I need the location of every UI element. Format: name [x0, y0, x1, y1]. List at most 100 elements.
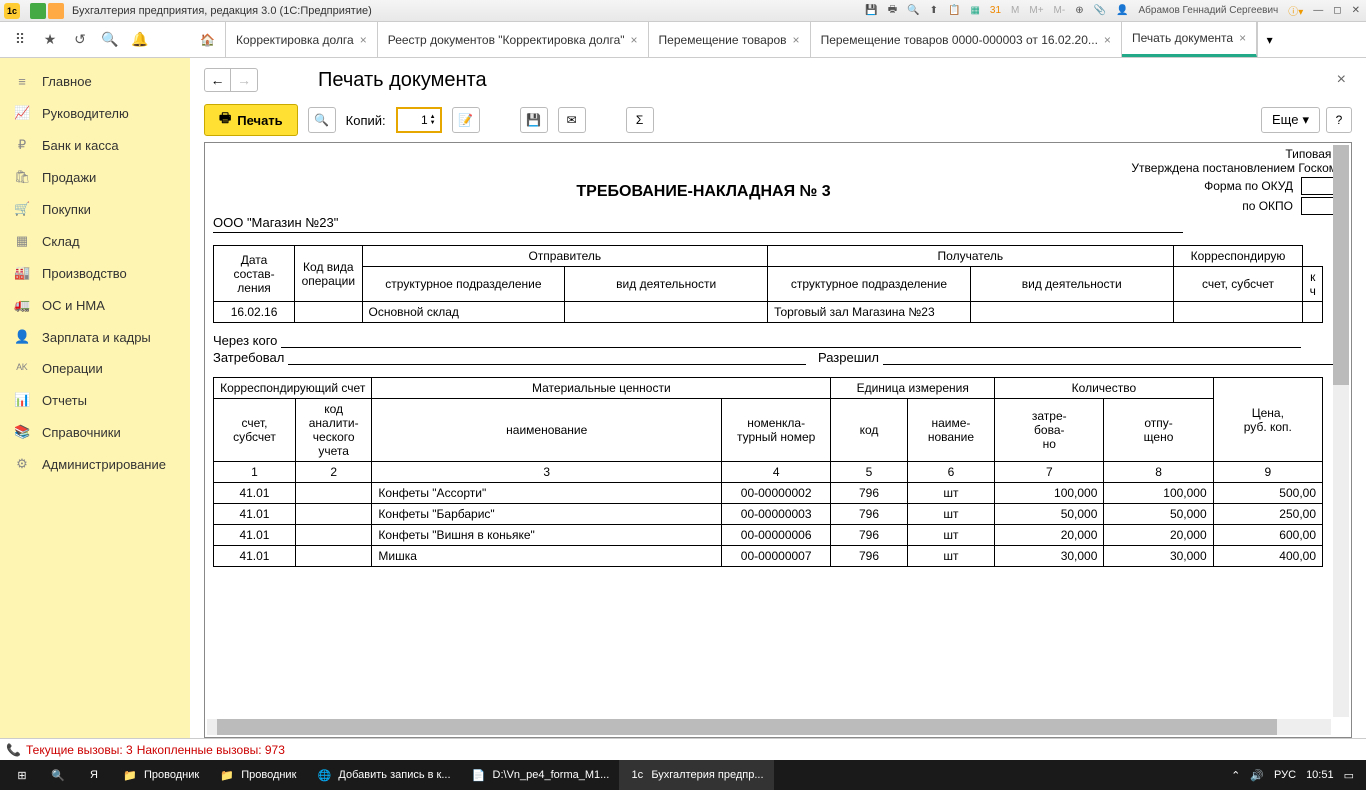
maximize-icon[interactable]: ◻	[1331, 5, 1343, 16]
sidebar-item-8[interactable]: 👤Зарплата и кадры	[0, 321, 190, 353]
more-button[interactable]: Еще▾	[1261, 107, 1320, 133]
tab-0[interactable]: Корректировка долга×	[226, 22, 378, 57]
save-icon[interactable]: 💾	[863, 5, 879, 16]
col-num: 9	[1213, 462, 1322, 483]
col-num: 7	[995, 462, 1104, 483]
icon2[interactable]: 📋	[946, 5, 962, 16]
sum-button[interactable]: Σ	[626, 107, 654, 133]
sidebar-label: Склад	[42, 234, 80, 249]
spin-down[interactable]: ▼	[430, 120, 436, 126]
th-opcode: Код вида операции	[295, 246, 362, 302]
calendar-icon[interactable]: 31	[988, 5, 1003, 16]
task-item-4[interactable]: 📁Проводник	[209, 760, 306, 790]
col-num: 2	[295, 462, 371, 483]
notifications-icon[interactable]: ▭	[1344, 769, 1354, 782]
forward-button[interactable]: →	[231, 69, 257, 91]
tab-close-icon[interactable]: ×	[631, 33, 638, 47]
sidebar-icon: 📊	[14, 392, 30, 408]
sidebar-item-5[interactable]: ▦ Склад	[0, 225, 190, 257]
close-icon[interactable]: ✕	[1350, 5, 1362, 16]
sidebar-item-12[interactable]: ⚙Администрирование	[0, 448, 190, 480]
page-close-icon[interactable]: ×	[1337, 71, 1352, 89]
tab-3[interactable]: Перемещение товаров 0000-000003 от 16.02…	[811, 22, 1122, 57]
sidebar-icon: ▦	[14, 233, 30, 249]
task-item-6[interactable]: 📄D:\Vn_pe4_forma_M1...	[461, 760, 620, 790]
scrollbar-horizontal[interactable]	[207, 719, 1331, 735]
allowed-label: Разрешил	[818, 350, 879, 365]
home-tab[interactable]: 🏠	[190, 22, 226, 57]
minimize-icon[interactable]: ―	[1311, 5, 1325, 16]
search-icon[interactable]: 🔍	[102, 32, 118, 48]
print-icon[interactable]: 🖶	[886, 2, 899, 19]
task-item-1[interactable]: 🔍	[40, 760, 76, 790]
notify-icon[interactable]: 🔔	[132, 32, 148, 48]
calc-icon[interactable]: ▦	[968, 5, 981, 16]
info-icon[interactable]: ⓘ▾	[1286, 3, 1305, 18]
mminus-btn[interactable]: M-	[1052, 5, 1068, 16]
sidebar-item-10[interactable]: 📊Отчеты	[0, 384, 190, 416]
scrollbar-vertical[interactable]	[1333, 145, 1349, 717]
tab-2[interactable]: Перемещение товаров×	[649, 22, 811, 57]
help-button[interactable]: ?	[1326, 107, 1352, 133]
th-struct1: структурное подразделение	[362, 267, 565, 302]
header-table: Дата состав- ления Код вида операции Отп…	[213, 245, 1323, 323]
favorites-icon[interactable]: ★	[42, 32, 58, 48]
mplus-btn[interactable]: M+	[1027, 5, 1045, 16]
th2-qty: Количество	[995, 378, 1214, 399]
sidebar-item-7[interactable]: 🚛ОС и НМА	[0, 289, 190, 321]
history-icon[interactable]: ↺	[72, 32, 88, 48]
sidebar-item-9[interactable]: ᴬᴷОперации	[0, 353, 190, 384]
preview-button[interactable]: 🔍	[308, 107, 336, 133]
sidebar-item-6[interactable]: 🏭Производство	[0, 257, 190, 289]
tab-close-icon[interactable]: ×	[793, 33, 800, 47]
tab-1[interactable]: Реестр документов "Корректировка долга"×	[378, 22, 649, 57]
print-button[interactable]: 🖶Печать	[204, 104, 298, 136]
sidebar-item-0[interactable]: ≡Главное	[0, 66, 190, 97]
tb-orange[interactable]	[48, 3, 64, 19]
save-button[interactable]: 💾	[520, 107, 548, 133]
m-btn[interactable]: M	[1009, 5, 1021, 16]
items-table: Корреспондирующий счет Материальные ценн…	[213, 377, 1323, 567]
back-button[interactable]: ←	[205, 69, 231, 91]
tb-green[interactable]	[30, 3, 46, 19]
task-item-2[interactable]: Я	[76, 760, 112, 790]
col-num: 3	[372, 462, 722, 483]
clock[interactable]: 10:51	[1306, 769, 1334, 781]
tab-close-icon[interactable]: ×	[1239, 31, 1246, 45]
toolbar: 🖶Печать 🔍 Копий: ▲▼ 📝 💾 ✉ Σ Еще▾ ?	[204, 104, 1352, 136]
apps-icon[interactable]: ⠿	[12, 32, 28, 48]
volume-icon[interactable]: 🔊	[1250, 769, 1264, 782]
copies-input[interactable]	[402, 113, 428, 127]
task-label: Проводник	[144, 769, 199, 781]
app-title: Бухгалтерия предприятия, редакция 3.0 (1…	[72, 5, 372, 17]
tab-menu[interactable]: ▾	[1257, 22, 1281, 57]
email-button[interactable]: ✉	[558, 107, 586, 133]
task-item-7[interactable]: 1сБухгалтерия предпр...	[619, 760, 773, 790]
zoom-icon[interactable]: ⊕	[1073, 5, 1085, 16]
sidebar-label: Продажи	[42, 170, 96, 185]
doc-approved: Утверждена постановлением Госкомс	[213, 161, 1343, 175]
tab-4[interactable]: Печать документа×	[1122, 22, 1257, 57]
copies-input-box[interactable]: ▲▼	[396, 107, 442, 133]
task-item-0[interactable]: ⊞	[4, 760, 40, 790]
sidebar-item-4[interactable]: 🛒Покупки	[0, 193, 190, 225]
edit-button[interactable]: 📝	[452, 107, 480, 133]
task-item-3[interactable]: 📁Проводник	[112, 760, 209, 790]
pin-icon[interactable]: 📎	[1092, 5, 1108, 16]
requested-label: Затребовал	[213, 350, 284, 365]
th-k: к ч	[1303, 267, 1323, 302]
sidebar-item-11[interactable]: 📚Справочники	[0, 416, 190, 448]
icon1[interactable]: ⬆	[928, 5, 940, 16]
preview-icon[interactable]: 🔍	[905, 5, 921, 16]
sidebar-item-2[interactable]: ₽Банк и касса	[0, 129, 190, 161]
tab-close-icon[interactable]: ×	[360, 33, 367, 47]
lang[interactable]: РУС	[1274, 769, 1296, 781]
th-act1: вид деятельности	[565, 267, 768, 302]
tab-close-icon[interactable]: ×	[1104, 33, 1111, 47]
task-icon: 📁	[219, 767, 235, 783]
sidebar-item-3[interactable]: 🛍Продажи	[0, 161, 190, 193]
tab-label: Перемещение товаров 0000-000003 от 16.02…	[821, 33, 1098, 47]
sidebar-item-1[interactable]: 📈Руководителю	[0, 97, 190, 129]
tray-up-icon[interactable]: ⌃	[1231, 769, 1240, 782]
task-item-5[interactable]: 🌐Добавить запись в к...	[306, 760, 460, 790]
